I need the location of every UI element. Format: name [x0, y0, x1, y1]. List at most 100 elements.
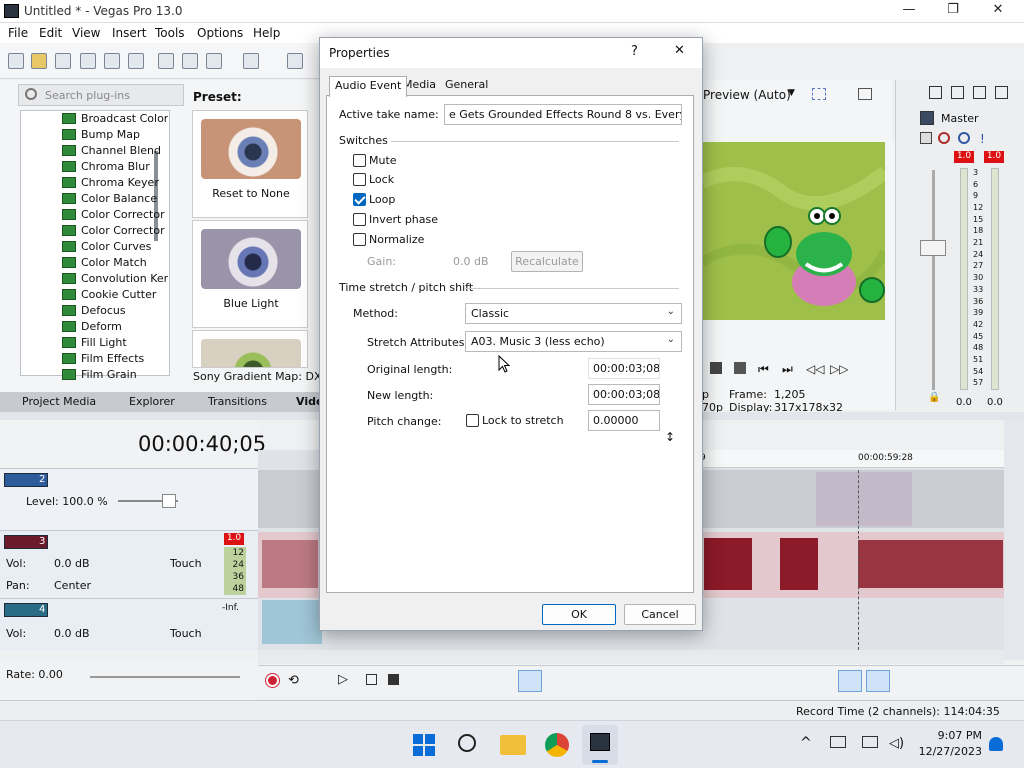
preset-thumb-partial[interactable]	[192, 330, 308, 368]
chevron-up-icon[interactable]: ^	[800, 735, 812, 751]
preset-thumb-reset[interactable]: Reset to None	[192, 110, 308, 218]
automation-mode[interactable]: Touch	[170, 627, 202, 640]
auto-ripple-icon[interactable]	[866, 670, 890, 692]
snapping-icon[interactable]	[838, 670, 862, 692]
menu-help[interactable]: Help	[253, 26, 280, 40]
automation-mode[interactable]: Touch	[170, 557, 202, 570]
gear-icon[interactable]	[938, 132, 950, 144]
vegas-taskbar-button[interactable]	[582, 725, 618, 765]
mute-icon[interactable]	[958, 132, 970, 144]
close-dialog-button[interactable]: ✕	[674, 43, 685, 58]
downmix-icon[interactable]	[951, 86, 964, 99]
copy-icon[interactable]	[182, 53, 198, 69]
vertical-zoom-bar[interactable]	[1004, 420, 1024, 660]
chevron-down-icon[interactable]: ▼	[788, 88, 795, 98]
maximize-button[interactable]: ❐	[939, 2, 967, 20]
audio-event-track4[interactable]	[262, 600, 322, 644]
normalize-checkbox[interactable]	[353, 233, 366, 246]
cut-icon[interactable]	[158, 53, 174, 69]
stepper-arrows-icon[interactable]: ↕	[665, 430, 675, 444]
render-icon[interactable]	[128, 53, 144, 69]
save-as-icon[interactable]	[80, 53, 96, 69]
plugin-name: Cookie Cutter	[81, 288, 157, 301]
clock-time[interactable]: 9:07 PM	[934, 729, 982, 742]
properties-icon[interactable]	[104, 53, 120, 69]
open-icon[interactable]	[31, 53, 47, 69]
notification-bell-icon[interactable]	[989, 737, 1003, 751]
next-frame-icon[interactable]: ⏭	[782, 362, 793, 377]
play-icon[interactable]: ▷	[338, 672, 348, 687]
invert-phase-checkbox[interactable]	[353, 213, 366, 226]
copy-snapshot-icon[interactable]	[858, 88, 872, 100]
timeline-ruler[interactable]: 9 00:00:59:28	[700, 450, 1004, 468]
new-length-input[interactable]: 00:00:03;08	[588, 384, 660, 405]
chrome-icon[interactable]	[545, 733, 569, 757]
track-2-video[interactable]: 2 Level: 100.0 %	[0, 468, 258, 530]
start-icon[interactable]	[413, 734, 435, 756]
stop-icon[interactable]	[388, 674, 399, 685]
ok-button[interactable]: OK	[542, 604, 616, 625]
stop-icon[interactable]	[734, 362, 746, 374]
new-icon[interactable]	[8, 53, 24, 69]
mute-checkbox[interactable]	[353, 154, 366, 167]
loop-icon[interactable]: ⟲	[288, 673, 299, 688]
redo-icon[interactable]	[287, 53, 303, 69]
grid-icon[interactable]	[812, 88, 826, 100]
pause-icon[interactable]	[710, 362, 722, 374]
preview-quality-select[interactable]: Preview (Auto)	[703, 88, 791, 102]
stretch-attributes-select[interactable]: A03. Music 3 (less echo) ⌄	[465, 331, 682, 352]
tab-explorer[interactable]: Explorer	[129, 395, 175, 408]
meter-options-icon[interactable]	[995, 86, 1008, 99]
minimize-button[interactable]: —	[895, 2, 923, 20]
recalculate-button[interactable]: Recalculate	[511, 251, 583, 272]
plugin-search-input[interactable]: Search plug-ins	[18, 84, 184, 106]
horizontal-scrollbar[interactable]	[258, 650, 1004, 664]
step-back-icon[interactable]: ◁◁	[806, 362, 824, 376]
master-fader-handle[interactable]	[920, 240, 946, 256]
lock-icon[interactable]: 🔒	[928, 392, 940, 403]
pause-icon[interactable]	[366, 674, 377, 685]
loop-checkbox[interactable]	[353, 193, 366, 206]
lock-checkbox[interactable]	[353, 173, 366, 186]
tab-project-media[interactable]: Project Media	[22, 395, 96, 408]
undo-icon[interactable]	[243, 53, 259, 69]
clock-date[interactable]: 12/27/2023	[918, 745, 982, 758]
menu-file[interactable]: File	[8, 26, 28, 40]
preset-thumb-blue-light[interactable]: Blue Light	[192, 220, 308, 328]
menu-edit[interactable]: Edit	[39, 26, 62, 40]
help-button[interactable]: ?	[631, 44, 638, 59]
tab-audio-event[interactable]: Audio Event	[329, 76, 408, 97]
record-icon[interactable]	[266, 674, 279, 687]
display-icon[interactable]	[862, 736, 878, 748]
speaker-icon[interactable]: ◁)	[889, 736, 904, 751]
tab-transitions[interactable]: Transitions	[208, 395, 267, 408]
close-window-button[interactable]: ✕	[984, 2, 1012, 20]
pitch-change-input[interactable]: 0.00000	[588, 410, 660, 431]
menu-options[interactable]: Options	[197, 26, 243, 40]
prev-frame-icon[interactable]: ⏮	[758, 362, 769, 377]
menu-insert[interactable]: Insert	[112, 26, 146, 40]
master-fx-icon[interactable]	[929, 86, 942, 99]
active-take-input[interactable]: e Gets Grounded Effects Round 8 vs. Ever…	[444, 104, 682, 125]
master-fader-track[interactable]	[932, 170, 935, 390]
file-explorer-icon[interactable]	[500, 735, 526, 755]
step-forward-icon[interactable]: ▷▷	[830, 362, 848, 376]
lock-to-stretch-checkbox[interactable]	[466, 414, 479, 427]
slider-thumb[interactable]	[162, 494, 176, 508]
master-fx-button[interactable]	[920, 132, 932, 144]
network-icon[interactable]	[830, 736, 846, 748]
solo-icon[interactable]: !	[980, 132, 985, 146]
menu-view[interactable]: View	[72, 26, 100, 40]
tab-general[interactable]: General	[440, 76, 494, 96]
track-4-audio[interactable]: 4 Vol: 0.0 dB Touch -Inf.	[0, 598, 258, 650]
method-select[interactable]: Classic ⌄	[465, 303, 682, 324]
dim-icon[interactable]	[973, 86, 986, 99]
rate-slider[interactable]	[90, 676, 240, 678]
cancel-button[interactable]: Cancel	[624, 604, 696, 625]
paste-icon[interactable]	[206, 53, 222, 69]
edit-tool-icon[interactable]	[518, 670, 542, 692]
track-3-audio[interactable]: 3 Vol: 0.0 dB Pan: Center Touch 1.0 12 24…	[0, 530, 258, 598]
menu-tools[interactable]: Tools	[155, 26, 185, 40]
search-icon[interactable]	[458, 734, 476, 752]
save-icon[interactable]	[55, 53, 71, 69]
